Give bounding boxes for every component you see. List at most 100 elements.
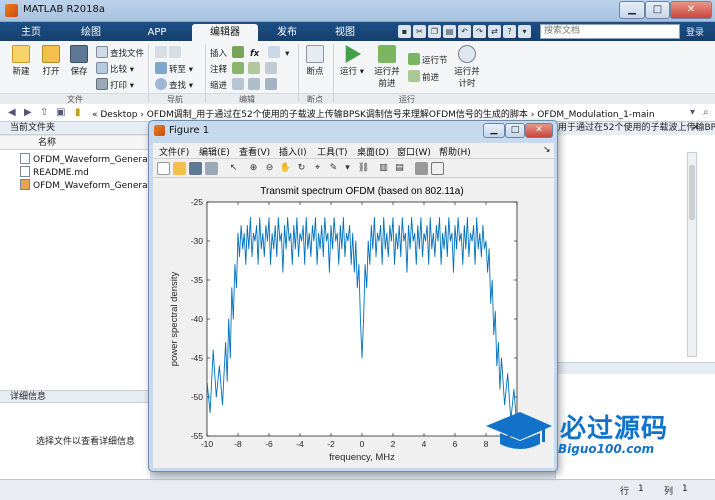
indent-button[interactable]: 缩进: [210, 78, 279, 91]
redo-quick-icon[interactable]: ↷: [473, 25, 486, 38]
y-tick-label: -30: [191, 236, 204, 246]
run-advance-button[interactable]: 运行并前进: [372, 45, 402, 89]
figure-maximize-button[interactable]: □: [505, 123, 525, 138]
show-plot-tools-icon[interactable]: [431, 162, 444, 175]
details-header[interactable]: 详细信息: [0, 390, 150, 403]
search-input[interactable]: 搜索文档: [540, 24, 680, 39]
pan-icon[interactable]: ✋: [279, 162, 292, 175]
function-button[interactable]: fx ▾: [250, 46, 289, 59]
figure-minimize-button[interactable]: ▁: [483, 123, 505, 138]
dock-arrow-icon[interactable]: ↘: [543, 145, 551, 155]
command-window-header: [555, 362, 715, 374]
tab-view[interactable]: 视图: [320, 24, 370, 41]
hide-plot-tools-icon[interactable]: [415, 162, 428, 175]
zoom-out-icon[interactable]: ⊖: [263, 162, 276, 175]
list-item[interactable]: OFDM_Waveform_Generatio: [20, 179, 159, 191]
back-forward-buttons[interactable]: [155, 46, 183, 59]
editor-close-icon[interactable]: ✕: [692, 123, 700, 133]
help-icon[interactable]: ?: [503, 25, 516, 38]
figure-titlebar[interactable]: Figure 1 ▁ □ ✕: [149, 121, 557, 141]
minimize-button[interactable]: ▁: [619, 1, 645, 19]
menu-file[interactable]: 文件(F): [159, 145, 189, 158]
open-button[interactable]: 打开: [38, 45, 64, 77]
undo-quick-icon[interactable]: ↶: [458, 25, 471, 38]
printer-icon: [96, 78, 108, 90]
insert-section-icon: [231, 46, 244, 58]
forward-icon[interactable]: ▶: [24, 107, 32, 118]
advance-button[interactable]: 前进: [408, 70, 439, 83]
run-section-button[interactable]: 运行节: [408, 53, 448, 66]
scrollbar-thumb[interactable]: [689, 165, 695, 220]
list-item[interactable]: README.md: [20, 166, 89, 178]
up-folder-icon[interactable]: ⇧: [40, 107, 48, 118]
menu-tools[interactable]: 工具(T): [317, 145, 348, 158]
graduation-cap-logo: [486, 412, 552, 449]
insert-button[interactable]: 插入: [210, 46, 246, 59]
new-button[interactable]: 新建: [8, 45, 34, 77]
wrap-comment-icon: [265, 62, 278, 74]
print-button[interactable]: 打印 ▾: [96, 78, 134, 91]
find-files-icon: [96, 46, 108, 58]
list-item[interactable]: OFDM_Waveform_Generatio: [20, 153, 159, 165]
menu-view[interactable]: 查看(V): [239, 145, 270, 158]
save-button[interactable]: 保存: [66, 45, 92, 77]
editor-scrollbar[interactable]: [687, 152, 697, 357]
colorbar-icon[interactable]: ▥: [377, 162, 390, 175]
data-cursor-icon[interactable]: ⌖: [311, 162, 324, 175]
tab-plots[interactable]: 绘图: [60, 24, 122, 41]
print-figure-icon[interactable]: [205, 162, 218, 175]
copy-quick-icon[interactable]: ❐: [428, 25, 441, 38]
tab-home[interactable]: 主页: [6, 24, 56, 41]
tab-editor[interactable]: 编辑器: [192, 24, 258, 41]
goto-button[interactable]: 转至 ▾: [155, 62, 193, 75]
name-column-header[interactable]: 名称: [0, 136, 150, 150]
back-icon[interactable]: ◀: [8, 107, 16, 118]
y-axis-label: power spectral density: [169, 271, 180, 366]
save-quick-icon[interactable]: ▪: [398, 25, 411, 38]
rotate-3d-icon[interactable]: ↻: [295, 162, 308, 175]
maximize-button[interactable]: □: [645, 1, 670, 19]
menu-edit[interactable]: 编辑(E): [199, 145, 230, 158]
y-tick-label: -55: [191, 431, 204, 441]
paste-quick-icon[interactable]: ▤: [443, 25, 456, 38]
group-label-bar: [0, 93, 715, 104]
browse-folder-icon[interactable]: ▣: [56, 107, 65, 118]
breakpoints-button[interactable]: 断点: [302, 45, 328, 77]
y-tick-label: -45: [191, 353, 204, 363]
tab-publish[interactable]: 发布: [262, 24, 312, 41]
compare-button[interactable]: 比较 ▾: [96, 62, 134, 75]
menu-desktop[interactable]: 桌面(D): [357, 145, 389, 158]
menu-insert[interactable]: 插入(I): [279, 145, 307, 158]
tab-apps[interactable]: APP: [126, 24, 188, 41]
new-figure-icon[interactable]: [157, 162, 170, 175]
save-figure-icon[interactable]: [189, 162, 202, 175]
menu-window[interactable]: 窗口(W): [397, 145, 431, 158]
path-dropdown-icon[interactable]: ▾: [690, 107, 695, 118]
floppy-disk-icon: [70, 45, 88, 63]
y-tick-label: -40: [191, 314, 204, 324]
open-file-icon[interactable]: [173, 162, 186, 175]
comment-button[interactable]: 注释: [210, 62, 279, 75]
run-time-button[interactable]: 运行并计时: [452, 45, 482, 89]
row-value: 1: [638, 484, 644, 494]
expand-icon[interactable]: ▾: [518, 25, 531, 38]
brush-dropdown-icon[interactable]: ▾: [341, 162, 354, 175]
zoom-in-icon[interactable]: ⊕: [247, 162, 260, 175]
run-button[interactable]: 运行 ▾: [338, 45, 366, 77]
find-button[interactable]: 查找 ▾: [155, 78, 193, 91]
find-files-button[interactable]: 查找文件: [96, 46, 144, 59]
link-plot-icon[interactable]: ⛓: [357, 162, 370, 175]
current-folder-path[interactable]: « Desktop › OFDM调制_用于通过在52个使用的子载波上传输BPSK…: [92, 107, 655, 120]
cut-quick-icon[interactable]: ✂: [413, 25, 426, 38]
legend-icon[interactable]: ▤: [393, 162, 406, 175]
close-button[interactable]: ✕: [670, 1, 712, 19]
menu-help[interactable]: 帮助(H): [439, 145, 471, 158]
login-link[interactable]: 登录: [686, 25, 704, 38]
edit-plot-icon[interactable]: ↖: [227, 162, 240, 175]
figure-close-button[interactable]: ✕: [525, 123, 553, 138]
function-browser-icon: [268, 46, 281, 58]
search-folder-icon[interactable]: ⌕: [703, 107, 709, 118]
brush-icon[interactable]: ✎: [327, 162, 340, 175]
switch-window-icon[interactable]: ⇄: [488, 25, 501, 38]
y-tick-label: -25: [191, 197, 204, 207]
